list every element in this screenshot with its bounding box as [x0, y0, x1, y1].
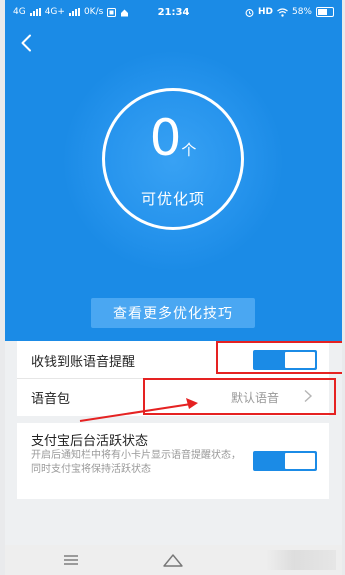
home-icon[interactable]	[161, 549, 185, 571]
annotation-arrow	[79, 398, 198, 422]
watermark	[266, 550, 336, 570]
phone-screen: 4G 4G+ 0K/s 21:34 HD 58% 0个 可优化项 查看更多优化技…	[5, 0, 342, 575]
menu-icon[interactable]	[59, 549, 83, 571]
